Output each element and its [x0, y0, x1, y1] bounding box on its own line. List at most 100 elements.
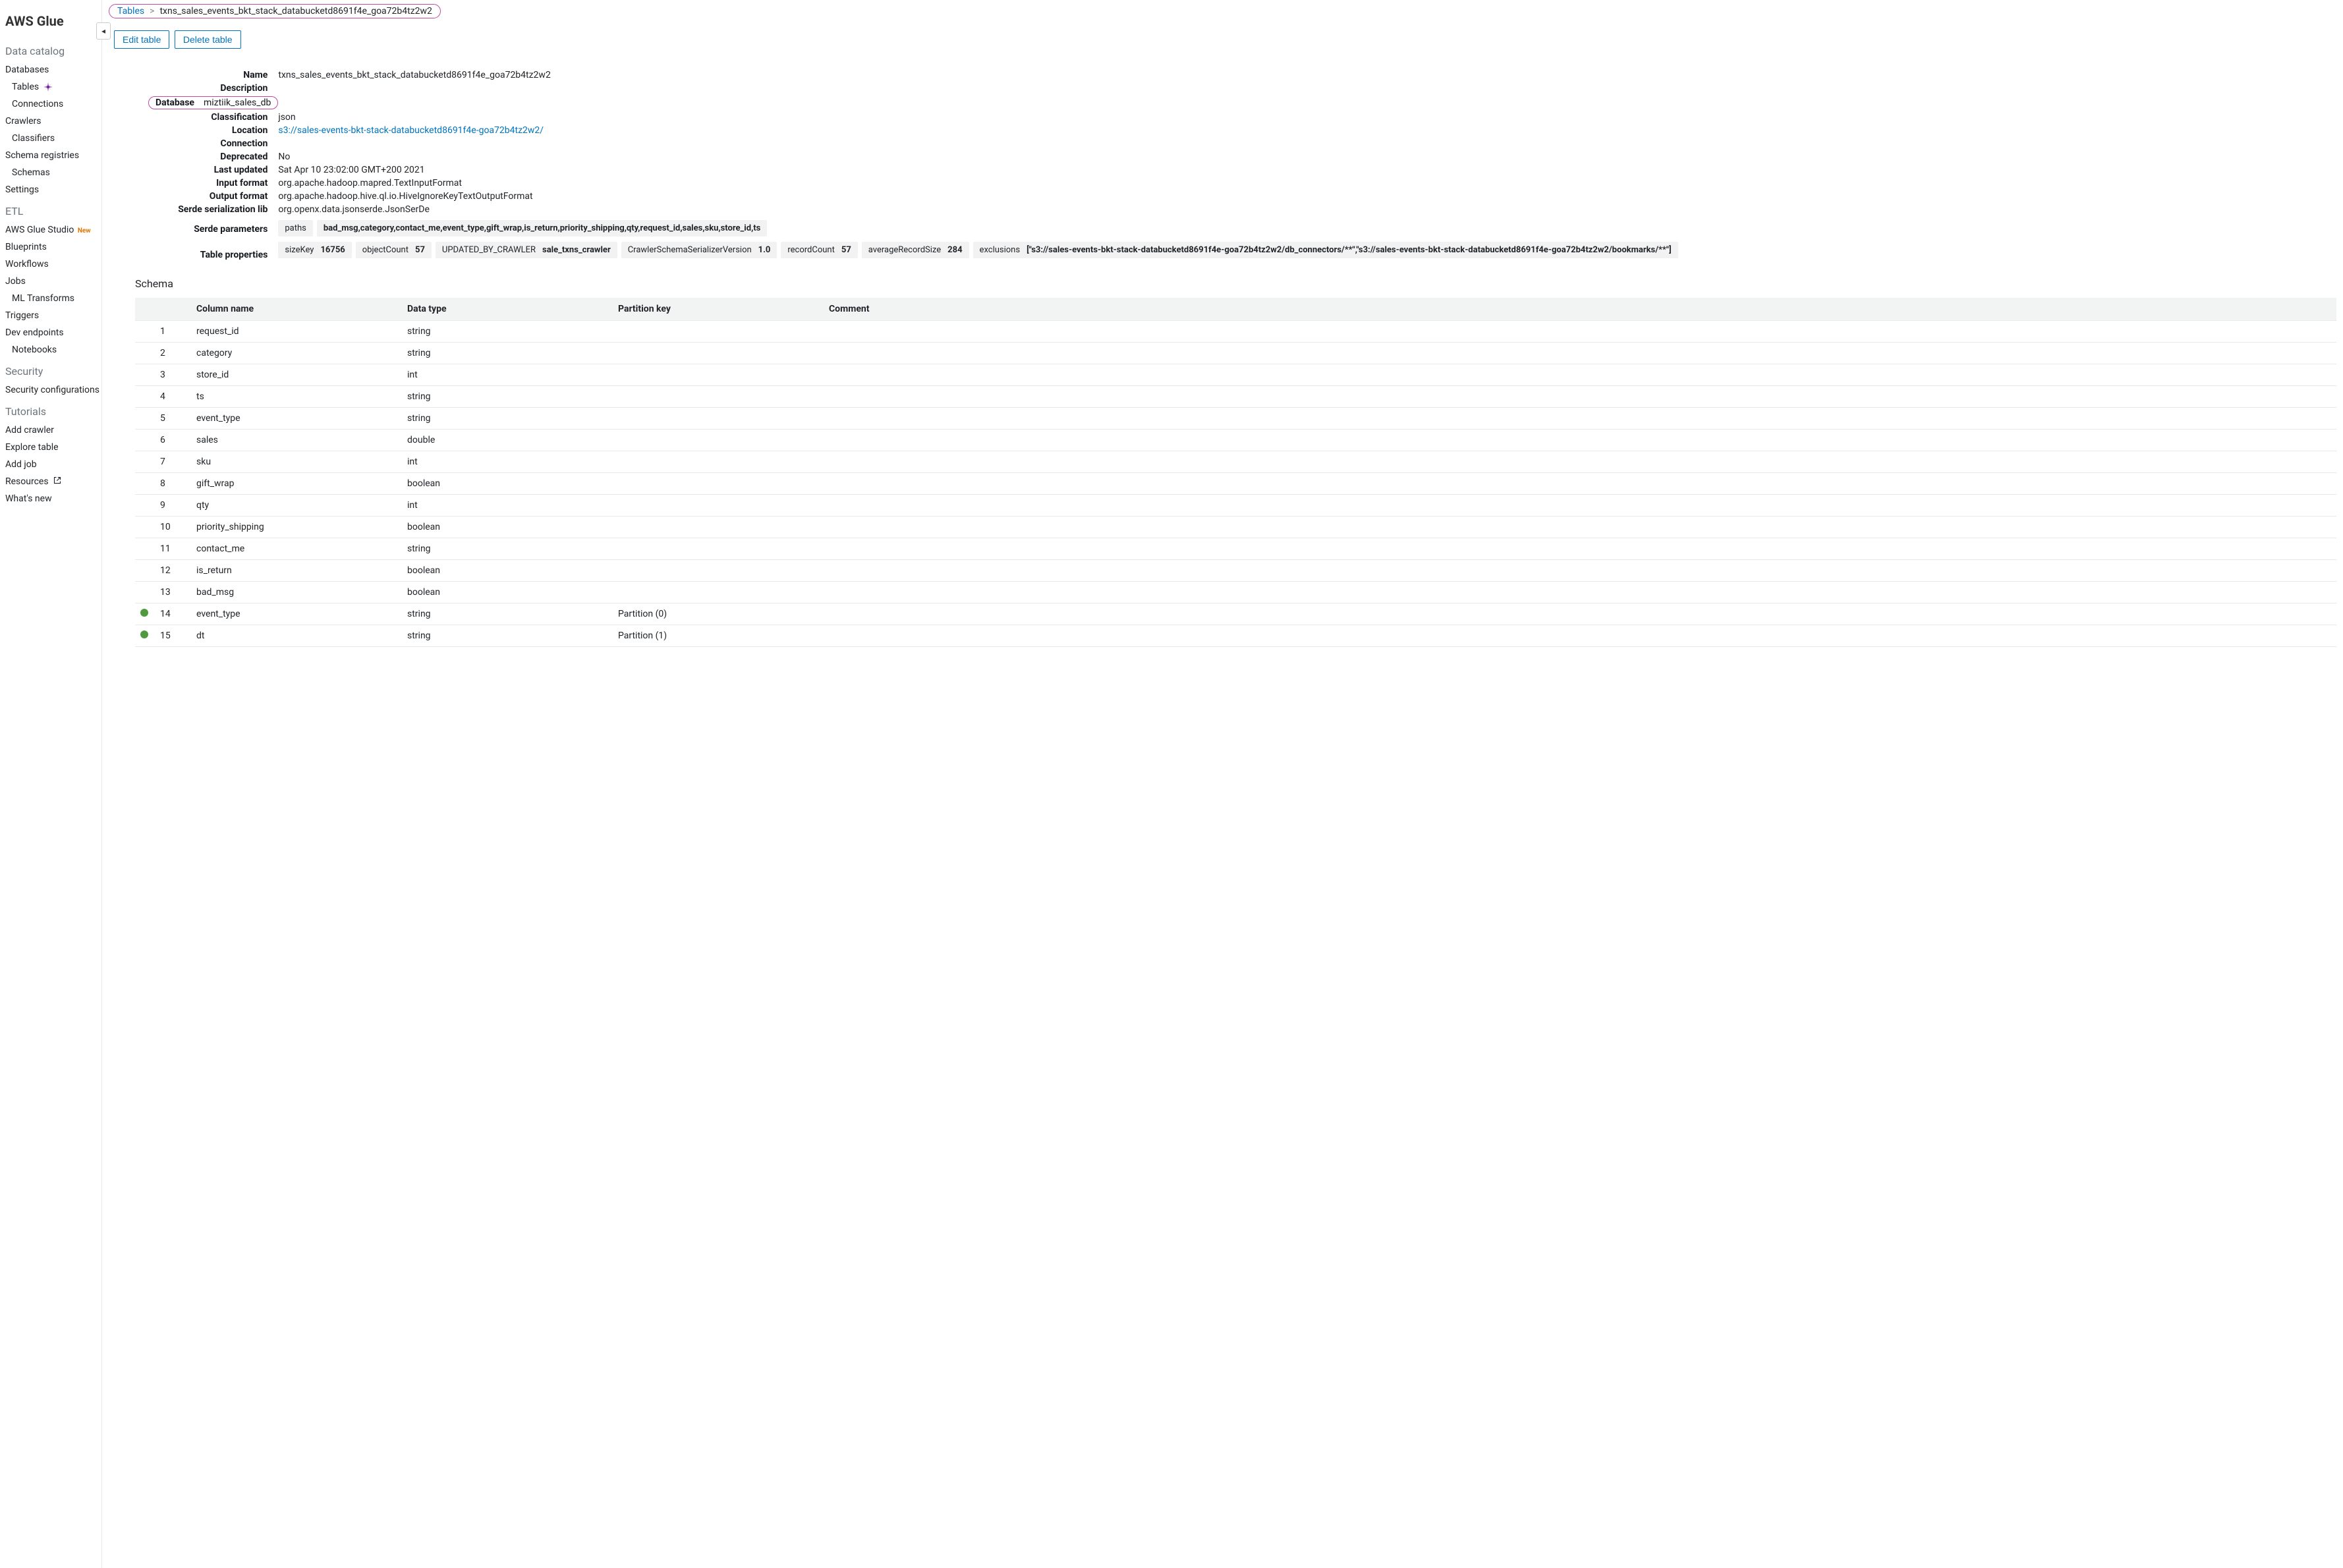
table-row[interactable]: 13bad_msgboolean	[135, 582, 2336, 603]
nav-add-job[interactable]: Add job	[5, 456, 101, 473]
row-column-name: event_type	[191, 603, 402, 625]
table-row[interactable]: 11contact_mestring	[135, 538, 2336, 560]
table-row[interactable]: 3store_idint	[135, 364, 2336, 386]
table-row[interactable]: 4tsstring	[135, 386, 2336, 408]
row-comment	[824, 386, 2336, 408]
schema-table: Column name Data type Partition key Comm…	[135, 298, 2336, 647]
row-data-type: int	[402, 451, 613, 473]
nav-schema-registries[interactable]: Schema registries	[5, 147, 101, 164]
nav-connections[interactable]: Connections	[5, 96, 101, 113]
table-row[interactable]: 9qtyint	[135, 495, 2336, 517]
label-database-cell: Database miztiik_sales_db	[148, 95, 278, 111]
row-column-name: gift_wrap	[191, 473, 402, 495]
external-link-icon	[53, 477, 61, 486]
nav-jobs[interactable]: Jobs	[5, 273, 101, 290]
row-partition-key: Partition (0)	[613, 603, 824, 625]
value-location[interactable]: s3://sales-events-bkt-stack-databucketd8…	[278, 124, 1678, 137]
table-row[interactable]: 12is_returnboolean	[135, 560, 2336, 582]
nav-add-crawler[interactable]: Add crawler	[5, 422, 101, 439]
nav-notebooks[interactable]: Notebooks	[5, 341, 101, 358]
table-row[interactable]: 1request_idstring	[135, 321, 2336, 343]
partition-marker	[135, 560, 155, 582]
value-description	[278, 82, 1678, 95]
nav-databases[interactable]: Databases	[5, 61, 101, 78]
row-partition-key	[613, 495, 824, 517]
partition-dot-icon	[140, 630, 148, 638]
value-last-updated: Sat Apr 10 23:02:00 GMT+200 2021	[278, 163, 1678, 177]
row-data-type: boolean	[402, 517, 613, 538]
section-security: Security	[5, 358, 101, 381]
nav-whats-new[interactable]: What's new	[5, 490, 101, 507]
table-row[interactable]: 8gift_wrapboolean	[135, 473, 2336, 495]
row-comment	[824, 625, 2336, 647]
partition-marker	[135, 625, 155, 647]
row-column-name: request_id	[191, 321, 402, 343]
row-index: 7	[155, 451, 191, 473]
hdr-column-name: Column name	[191, 298, 402, 321]
hdr-comment: Comment	[824, 298, 2336, 321]
schema-heading: Schema	[135, 277, 2336, 290]
nav-settings[interactable]: Settings	[5, 181, 101, 198]
serde-param-key: paths	[278, 220, 313, 237]
nav-crawlers[interactable]: Crawlers	[5, 113, 101, 130]
table-row[interactable]: 2categorystring	[135, 343, 2336, 364]
table-row[interactable]: 6salesdouble	[135, 430, 2336, 451]
row-index: 14	[155, 603, 191, 625]
row-index: 10	[155, 517, 191, 538]
delete-table-button[interactable]: Delete table	[175, 30, 241, 49]
row-data-type: string	[402, 343, 613, 364]
table-row[interactable]: 7skuint	[135, 451, 2336, 473]
nav-triggers[interactable]: Triggers	[5, 307, 101, 324]
row-partition-key	[613, 408, 824, 430]
table-row[interactable]: 15dtstringPartition (1)	[135, 625, 2336, 647]
table-row[interactable]: 14event_typestringPartition (0)	[135, 603, 2336, 625]
row-index: 2	[155, 343, 191, 364]
nav-dev-endpoints[interactable]: Dev endpoints	[5, 324, 101, 341]
row-data-type: boolean	[402, 582, 613, 603]
partition-marker	[135, 538, 155, 560]
starburst-icon	[43, 82, 53, 92]
table-prop-chip: objectCount57	[356, 242, 432, 258]
edit-table-button[interactable]: Edit table	[114, 30, 169, 49]
row-column-name: category	[191, 343, 402, 364]
table-prop-chip: recordCount57	[781, 242, 857, 258]
nav-security-configs[interactable]: Security configurations	[5, 381, 101, 399]
nav-classifiers[interactable]: Classifiers	[5, 130, 101, 147]
nav-blueprints[interactable]: Blueprints	[5, 238, 101, 256]
value-table-props: sizeKey16756objectCount57UPDATED_BY_CRAW…	[278, 238, 1678, 262]
row-index: 3	[155, 364, 191, 386]
label-connection: Connection	[148, 137, 278, 150]
value-output-format: org.apache.hadoop.hive.ql.io.HiveIgnoreK…	[278, 190, 1678, 203]
hdr-data-type: Data type	[402, 298, 613, 321]
label-serde-lib: Serde serialization lib	[148, 203, 278, 216]
partition-marker	[135, 517, 155, 538]
table-row[interactable]: 10priority_shippingboolean	[135, 517, 2336, 538]
row-comment	[824, 343, 2336, 364]
nav-workflows[interactable]: Workflows	[5, 256, 101, 273]
row-data-type: string	[402, 386, 613, 408]
nav-schemas[interactable]: Schemas	[5, 164, 101, 181]
table-row[interactable]: 5event_typestring	[135, 408, 2336, 430]
partition-marker	[135, 343, 155, 364]
row-comment	[824, 321, 2336, 343]
row-data-type: string	[402, 625, 613, 647]
row-comment	[824, 517, 2336, 538]
row-comment	[824, 451, 2336, 473]
section-data-catalog: Data catalog	[5, 38, 101, 61]
nav-ml-transforms[interactable]: ML Transforms	[5, 290, 101, 307]
nav-resources[interactable]: Resources	[5, 473, 101, 490]
breadcrumb-current: txns_sales_events_bkt_stack_databucketd8…	[159, 6, 432, 16]
nav-tables[interactable]: Tables	[5, 78, 101, 96]
row-partition-key	[613, 582, 824, 603]
breadcrumb-root[interactable]: Tables	[117, 6, 144, 16]
row-comment	[824, 582, 2336, 603]
row-index: 15	[155, 625, 191, 647]
row-data-type: string	[402, 408, 613, 430]
nav-explore-table[interactable]: Explore table	[5, 439, 101, 456]
row-comment	[824, 364, 2336, 386]
nav-glue-studio[interactable]: AWS Glue Studio New	[5, 221, 101, 238]
row-index: 4	[155, 386, 191, 408]
row-partition-key: Partition (1)	[613, 625, 824, 647]
label-last-updated: Last updated	[148, 163, 278, 177]
sidebar-collapse-button[interactable]: ◂	[96, 22, 111, 40]
